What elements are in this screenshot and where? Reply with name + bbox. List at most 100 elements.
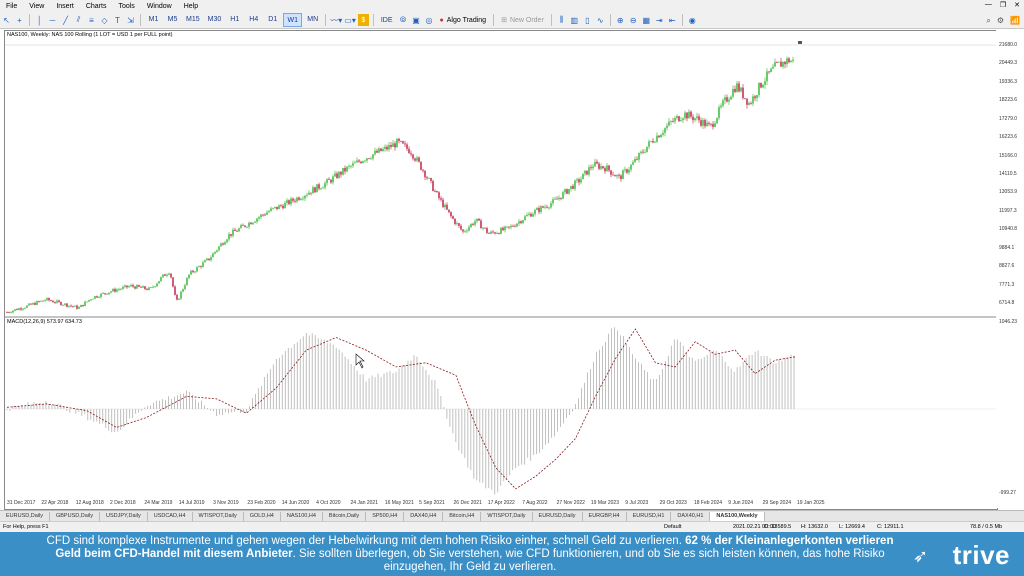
- crosshair-icon[interactable]: +: [14, 14, 25, 26]
- screenshot-icon[interactable]: ◉: [687, 14, 698, 26]
- timeframe-d1[interactable]: D1: [264, 13, 281, 25]
- candle-body: [738, 83, 740, 92]
- chart-tab[interactable]: GBPUSD,Daily: [50, 512, 100, 521]
- candle-body: [326, 179, 328, 184]
- candle-body: [360, 161, 362, 164]
- candle-body: [670, 121, 672, 123]
- ide-button[interactable]: IDE: [378, 14, 396, 26]
- timeframe-h4[interactable]: H4: [245, 13, 262, 25]
- candle-body: [582, 173, 584, 180]
- templates-icon[interactable]: ▭▾: [344, 14, 356, 26]
- restore-button[interactable]: ❐: [1000, 1, 1006, 9]
- chart-tab[interactable]: EURUSD,Daily: [0, 512, 50, 521]
- chart-tab[interactable]: WTISPOT,Daily: [481, 512, 533, 521]
- bar-chart-icon[interactable]: ▥: [569, 14, 580, 26]
- channel-icon[interactable]: ⫽: [73, 14, 84, 26]
- zoom-in-icon[interactable]: ⊕: [615, 14, 626, 26]
- candle-body: [712, 123, 714, 127]
- line-chart-icon[interactable]: ∿: [595, 14, 606, 26]
- close-button[interactable]: ✕: [1014, 1, 1020, 9]
- chart-tab[interactable]: GOLD,H4: [244, 512, 281, 521]
- timeframe-m30[interactable]: M30: [205, 13, 225, 25]
- timeframe-m1[interactable]: M1: [145, 13, 162, 25]
- trendline-icon[interactable]: ╱: [60, 14, 71, 26]
- candle-body: [362, 161, 364, 164]
- chart-tab[interactable]: USDJPY,Daily: [100, 512, 148, 521]
- candle-body: [398, 138, 400, 141]
- candle-body: [736, 83, 738, 92]
- chart-tab[interactable]: EURUSD,H1: [627, 512, 672, 521]
- timeframe-h1[interactable]: H1: [226, 13, 243, 25]
- chart-type-icon[interactable]: 〰▾: [330, 14, 342, 26]
- candle-body: [240, 225, 242, 229]
- help-text: For Help, press F1: [3, 524, 49, 530]
- candle-body: [110, 291, 112, 293]
- chart-tab[interactable]: EURGBP,H4: [583, 512, 627, 521]
- candle-body: [212, 253, 214, 258]
- minimize-button[interactable]: —: [985, 1, 992, 9]
- menu-charts[interactable]: Charts: [80, 3, 113, 10]
- algo-trading-label: Algo Trading: [446, 16, 487, 24]
- menu-window[interactable]: Window: [141, 3, 178, 10]
- grid-icon[interactable]: ▦: [641, 14, 652, 26]
- zoom-out-icon[interactable]: ⊖: [628, 14, 639, 26]
- vertical-line-icon[interactable]: │: [34, 14, 45, 26]
- settings-icon[interactable]: ⚙: [997, 16, 1004, 26]
- chart-window[interactable]: 31 Dec 2017 22 Apr 2018 12 Aug 2018 2 Dec 2…: [4, 30, 998, 510]
- candle-body: [586, 170, 588, 175]
- algo-trading-button[interactable]: ● Algo Trading: [437, 14, 490, 26]
- menu-view[interactable]: View: [23, 3, 50, 10]
- text-tool-icon[interactable]: T: [112, 14, 123, 26]
- candle-body: [34, 303, 36, 305]
- chart-tab[interactable]: USDCAD,H4: [148, 512, 193, 521]
- menu-file[interactable]: File: [0, 3, 23, 10]
- candle-body: [16, 309, 18, 311]
- horizontal-line-icon[interactable]: ─: [47, 14, 58, 26]
- candle-body: [410, 153, 412, 155]
- timeframe-w1[interactable]: W1: [283, 13, 303, 27]
- candle-body: [616, 174, 618, 177]
- autoscroll-icon[interactable]: ⇥: [654, 14, 665, 26]
- timeframe-m5[interactable]: M5: [164, 13, 181, 25]
- candle-body: [44, 300, 46, 301]
- menu-tools[interactable]: Tools: [112, 3, 140, 10]
- arrow-tool-icon[interactable]: ⇲: [125, 14, 136, 26]
- chart-tab[interactable]: SP500,H4: [366, 512, 405, 521]
- cursor-icon[interactable]: ↖: [1, 14, 12, 26]
- search-icon[interactable]: ⌕: [986, 16, 990, 26]
- menu-insert[interactable]: Insert: [50, 3, 80, 10]
- chart-tab[interactable]: DAX40,H4: [404, 512, 444, 521]
- signals-icon[interactable]: ⦾: [398, 14, 409, 26]
- menu-help[interactable]: Help: [178, 3, 204, 10]
- candle-body: [310, 192, 312, 194]
- candle-body: [348, 165, 350, 167]
- new-order-button[interactable]: ⊞ New Order: [498, 14, 547, 26]
- chart-tab[interactable]: WTISPOT,Daily: [193, 512, 244, 521]
- chart-tab[interactable]: Bitcoin,Daily: [323, 512, 367, 521]
- shapes-icon[interactable]: ◇: [99, 14, 110, 26]
- candle-body: [282, 205, 284, 209]
- coin-icon[interactable]: $: [357, 14, 369, 26]
- chart-shift-icon[interactable]: ⇤: [667, 14, 678, 26]
- chart-tab[interactable]: EURUSD,Daily: [533, 512, 583, 521]
- chart-canvas[interactable]: 31 Dec 2017 22 Apr 2018 12 Aug 2018 2 Dec 2…: [5, 31, 997, 509]
- signal-icon[interactable]: 📶: [1010, 16, 1020, 26]
- timeframe-mn[interactable]: MN: [304, 13, 321, 25]
- candles-icon[interactable]: ▯: [582, 14, 593, 26]
- chart-tab[interactable]: NAS100,Weekly: [710, 512, 765, 521]
- candle-body: [792, 59, 794, 61]
- fibonacci-icon[interactable]: ≡: [86, 14, 97, 26]
- chart-tab[interactable]: NAS100,H4: [281, 512, 323, 521]
- candle-body: [102, 293, 104, 294]
- candle-body: [766, 71, 768, 82]
- depth-of-market-icon[interactable]: ⫼: [556, 14, 567, 26]
- candle-body: [106, 293, 108, 295]
- timeframe-m15[interactable]: M15: [183, 13, 203, 25]
- chart-tab[interactable]: Bitcoin,H4: [443, 512, 482, 521]
- vps-icon[interactable]: ◎: [424, 14, 435, 26]
- chart-tab[interactable]: DAX40,H1: [671, 512, 711, 521]
- candle-body: [652, 141, 654, 143]
- market-icon[interactable]: ▣: [411, 14, 422, 26]
- separator: [550, 14, 552, 26]
- candle-body: [714, 123, 716, 127]
